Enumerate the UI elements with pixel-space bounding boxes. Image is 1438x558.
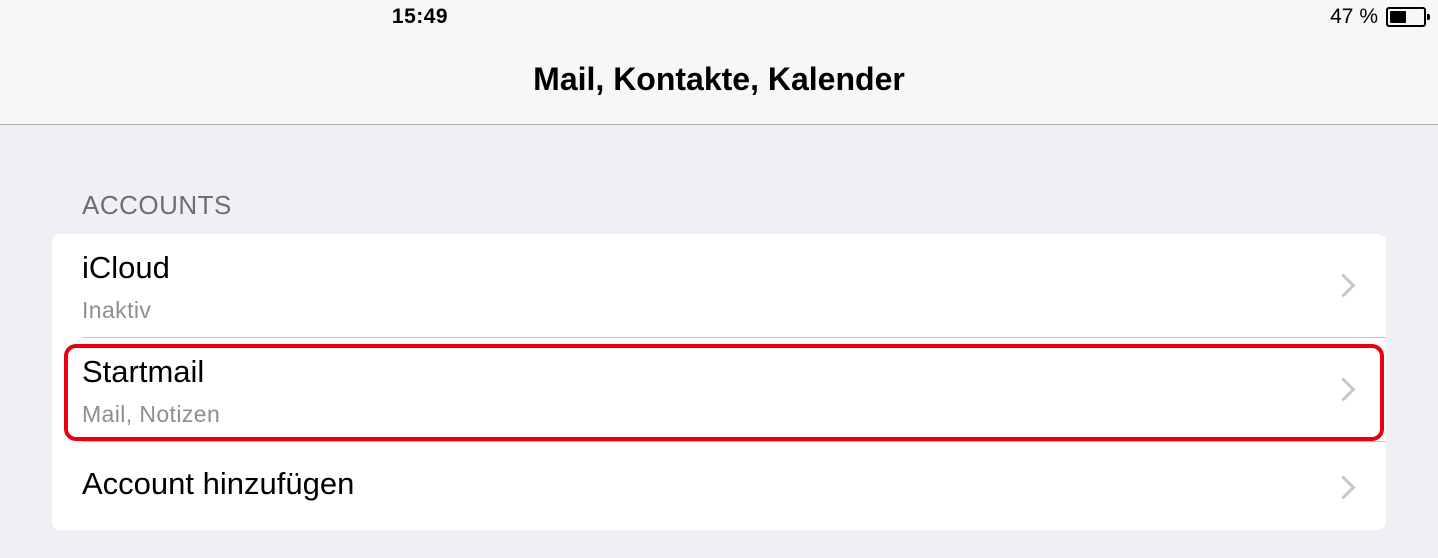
chevron-right-icon xyxy=(1331,475,1356,500)
status-time: 15:49 xyxy=(391,5,449,28)
battery-percent: 47 % xyxy=(1330,5,1378,28)
accounts-section-header: ACCOUNTS xyxy=(82,190,232,220)
page-title: Mail, Kontakte, Kalender xyxy=(533,61,905,97)
battery-fill xyxy=(1390,11,1406,23)
add-account-label: Account hinzufügen xyxy=(82,466,355,501)
highlight-annotation xyxy=(64,344,1384,441)
battery-cap xyxy=(1427,14,1430,20)
status-bar: 15:49 47 % xyxy=(0,0,1438,36)
chevron-right-icon xyxy=(1331,273,1356,298)
account-row-title: iCloud xyxy=(82,250,170,285)
navigation-bar: Mail, Kontakte, Kalender xyxy=(0,36,1438,125)
account-row-icloud[interactable]: iCloud Inaktiv xyxy=(52,234,1386,338)
battery-status: 47 % xyxy=(1330,5,1430,29)
add-account-row[interactable]: Account hinzufügen xyxy=(52,442,1386,530)
battery-icon xyxy=(1386,7,1430,27)
account-row-subtitle: Inaktiv xyxy=(82,297,152,323)
